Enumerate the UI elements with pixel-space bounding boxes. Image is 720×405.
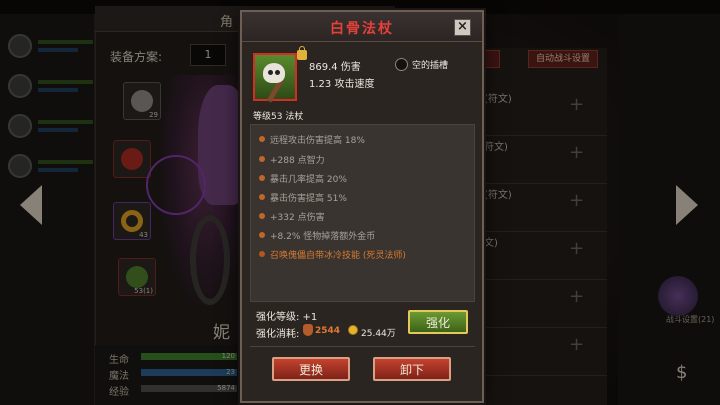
material-icon [303, 324, 313, 336]
attribute-item: +8.2% 怪物掉落额外金币 [259, 229, 375, 242]
attribute-list: 远程攻击伤害提高 18% +288 点智力 暴击几率提高 20% 暴击伤害提高 … [250, 124, 475, 302]
bullet-icon [259, 136, 265, 142]
socket-label: 空的插槽 [412, 61, 449, 71]
enhance-cost-label: 强化消耗: [256, 329, 300, 340]
item-title: 白骨法杖 [330, 21, 394, 37]
attribute-item: +332 点伤害 [259, 210, 325, 223]
item-level-type: 等级53 法杖 [253, 112, 304, 122]
attribute-item: 暴击伤害提高 51% [259, 191, 347, 204]
bullet-icon [259, 213, 265, 219]
special-attribute: 召唤傀儡自带冰冷技能 (死灵法师) [259, 248, 406, 261]
attribute-item: 暴击几率提高 20% [259, 172, 347, 185]
close-button[interactable]: × [454, 19, 471, 36]
bullet-icon [259, 232, 265, 238]
item-icon-frame [253, 53, 297, 103]
bullet-icon [259, 251, 265, 257]
item-detail-modal: 白骨法杖 × 869.4 伤害 1.23 攻击速度 空的插槽 等级53 法杖 远… [240, 10, 484, 403]
lock-icon[interactable] [297, 46, 307, 60]
material-cost: 2544 [315, 326, 341, 336]
gold-cost: 25.44万 [361, 329, 396, 339]
item-attack-speed: 1.23 攻击速度 [309, 79, 375, 90]
divider [250, 346, 475, 347]
bullet-icon [259, 194, 265, 200]
bullet-icon [259, 175, 265, 181]
gold-coin-icon [348, 325, 358, 335]
replace-button[interactable]: 更换 [272, 357, 350, 381]
attribute-item: +288 点智力 [259, 153, 325, 166]
item-damage: 869.4 伤害 [309, 62, 361, 73]
skull-staff-icon [263, 63, 285, 83]
attribute-item: 远程攻击伤害提高 18% [259, 133, 365, 146]
bullet-icon [259, 156, 265, 162]
unequip-button[interactable]: 卸下 [373, 357, 451, 381]
enhance-level: 强化等级: +1 [256, 312, 318, 323]
modal-header: 白骨法杖 × [242, 12, 482, 42]
enhance-button[interactable]: 强化 [408, 310, 468, 334]
empty-socket-icon[interactable] [395, 58, 408, 71]
